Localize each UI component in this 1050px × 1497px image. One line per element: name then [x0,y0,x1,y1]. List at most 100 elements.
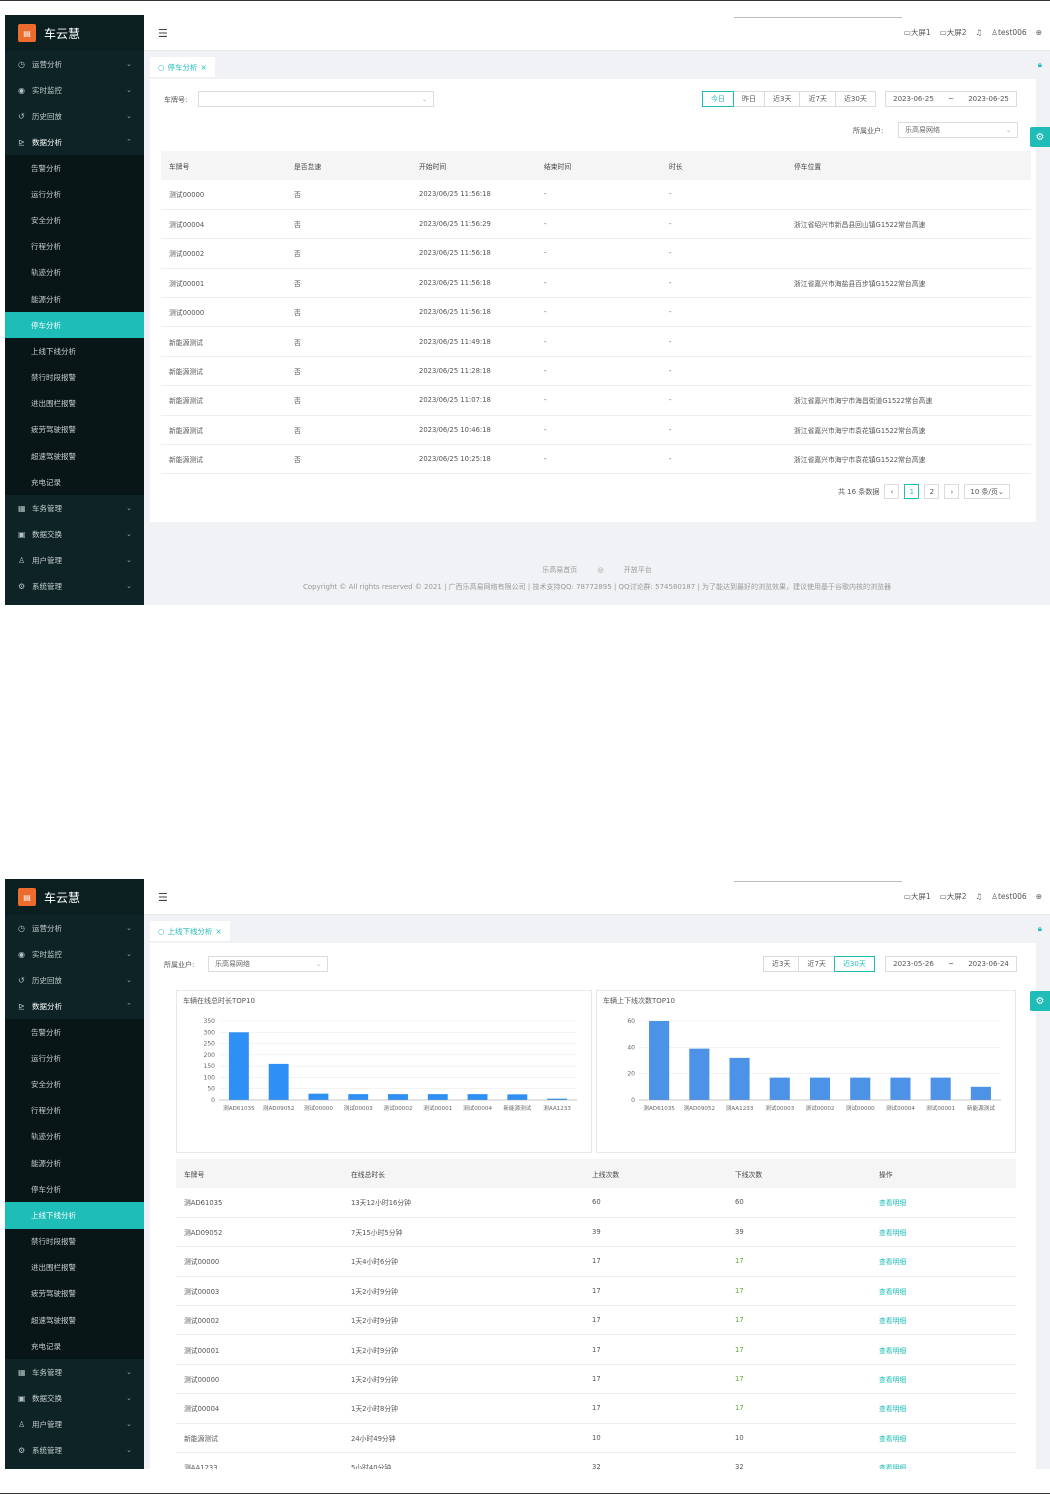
sub-energy[interactable]: 能源分析 [5,286,144,312]
sub-alarm[interactable]: 告警分析 [5,1019,144,1045]
view-detail-link[interactable]: 查看明细 [871,1276,1016,1307]
date-range-picker[interactable]: 2023-06-25 ~ 2023-06-25 [885,91,1017,107]
sub-run[interactable]: 运行分析 [5,181,144,207]
view-detail-link[interactable]: 查看明细 [871,1393,1016,1424]
github-icon[interactable]: ◎ [597,566,603,574]
lock-icon[interactable]: 🔒︎ [1038,924,1042,934]
sub-trip[interactable]: 行程分析 [5,1098,144,1124]
menu-playback[interactable]: ↺ 历史回放 ⌄ [5,103,144,129]
sub-charge[interactable]: 充电记录 [5,469,144,495]
sub-fence[interactable]: 进出围栏报警 [5,1255,144,1281]
menu-operation[interactable]: ◷ 运营分析 ⌄ [5,51,144,77]
user-menu[interactable]: ♙test006 [991,28,1026,37]
user-menu[interactable]: ♙test006 [991,892,1026,901]
prev-page-button[interactable]: ‹ [884,484,900,499]
bar[interactable] [769,1077,790,1100]
bell-icon[interactable]: ♫ [976,28,983,37]
bar[interactable] [729,1057,750,1100]
menu-users[interactable]: ♙ 用户管理 ⌄ [5,1411,144,1437]
date-range-picker[interactable]: 2023-05-26 ~ 2023-06-24 [885,956,1017,972]
bell-icon[interactable]: ♫ [976,892,983,901]
sub-alarm[interactable]: 告警分析 [5,155,144,181]
collapse-menu-icon[interactable]: ☰ [158,27,168,40]
range-3days[interactable]: 近3天 [764,91,801,107]
menu-exchange[interactable]: ▣ 数据交换 ⌄ [5,521,144,547]
bar[interactable] [507,1094,528,1100]
bar[interactable] [649,1021,670,1100]
sub-speeding[interactable]: 超速驾驶报警 [5,1307,144,1333]
menu-vehicle[interactable]: ▦ 车务管理 ⌄ [5,1359,144,1385]
sub-safety[interactable]: 安全分析 [5,1071,144,1097]
sub-run[interactable]: 运行分析 [5,1045,144,1071]
sub-fatigue[interactable]: 疲劳驾驶报警 [5,417,144,443]
menu-exchange[interactable]: ▣ 数据交换 ⌄ [5,1385,144,1411]
view-detail-link[interactable]: 查看明细 [871,1452,1016,1469]
globe-icon[interactable]: ⊕ [1036,28,1042,37]
globe-icon[interactable]: ⊕ [1036,892,1042,901]
view-detail-link[interactable]: 查看明细 [871,1246,1016,1277]
big-screen-2-link[interactable]: ▭大屏2 [940,27,967,38]
menu-playback[interactable]: ↺ 历史回放 ⌄ [5,967,144,993]
view-detail-link[interactable]: 查看明细 [871,1423,1016,1454]
bar[interactable] [467,1094,488,1100]
sub-fatigue[interactable]: 疲劳驾驶报警 [5,1281,144,1307]
footer-open-link[interactable]: 开放平台 [624,566,652,574]
sub-forbidden[interactable]: 禁行时段报警 [5,1229,144,1255]
sub-parking[interactable]: 停车分析 [5,1176,144,1202]
range-30days[interactable]: 近30天 [834,91,876,107]
lock-icon[interactable]: 🔒︎ [1038,60,1042,70]
page-size-select[interactable]: 10 条/页 ⌄ [964,484,1010,499]
sub-fence[interactable]: 进出围栏报警 [5,391,144,417]
menu-data-analysis[interactable]: ⊵ 数据分析 ⌃ [5,129,144,155]
bar[interactable] [809,1077,831,1100]
close-icon[interactable]: × [216,927,222,936]
footer-home-link[interactable]: 乐高易首页 [542,566,577,574]
next-page-button[interactable]: › [944,484,960,499]
bar[interactable] [930,1077,951,1100]
bar[interactable] [890,1077,911,1100]
range-3days[interactable]: 近3天 [763,956,800,972]
bar[interactable] [970,1086,991,1100]
big-screen-2-link[interactable]: ▭大屏2 [940,891,967,902]
sub-parking[interactable]: 停车分析 [5,312,144,339]
sub-online[interactable]: 上线下线分析 [5,1202,144,1229]
bar[interactable] [689,1048,710,1100]
settings-gear-button[interactable]: ⚙ [1030,991,1050,1011]
menu-monitor[interactable]: ◉ 实时监控 ⌄ [5,77,144,103]
page-1-button[interactable]: 1 [904,484,920,499]
menu-vehicle[interactable]: ▦ 车务管理 ⌄ [5,495,144,521]
sub-track[interactable]: 轨迹分析 [5,1124,144,1150]
menu-data-analysis[interactable]: ⊵ 数据分析 ⌃ [5,993,144,1019]
big-screen-1-link[interactable]: ▭大屏1 [904,891,931,902]
bar[interactable] [308,1093,329,1100]
plate-select[interactable]: ⌄ [198,91,434,107]
tab-online[interactable]: ○ 上线下线分析 × [150,921,230,941]
range-yesterday[interactable]: 昨日 [733,91,765,107]
sub-trip[interactable]: 行程分析 [5,234,144,260]
range-today[interactable]: 今日 [702,91,734,107]
range-30days[interactable]: 近30天 [833,956,875,972]
sub-energy[interactable]: 能源分析 [5,1150,144,1176]
sub-track[interactable]: 轨迹分析 [5,260,144,286]
settings-gear-button[interactable]: ⚙ [1030,127,1050,147]
bar[interactable] [228,1032,249,1100]
view-detail-link[interactable]: 查看明细 [871,1364,1016,1395]
view-detail-link[interactable]: 查看明细 [871,1217,1016,1248]
sub-speeding[interactable]: 超速驾驶报警 [5,443,144,469]
sub-charge[interactable]: 充电记录 [5,1333,144,1359]
sub-online[interactable]: 上线下线分析 [5,338,144,364]
collapse-menu-icon[interactable]: ☰ [158,891,168,904]
menu-monitor[interactable]: ◉ 实时监控 ⌄ [5,941,144,967]
bar[interactable] [850,1077,871,1100]
logo[interactable]: ▤ 车云慧 [5,879,144,915]
page-2-button[interactable]: 2 [924,484,940,499]
menu-system[interactable]: ⚙ 系统管理 ⌄ [5,573,144,599]
sub-forbidden[interactable]: 禁行时段报警 [5,365,144,391]
big-screen-1-link[interactable]: ▭大屏1 [904,27,931,38]
sub-safety[interactable]: 安全分析 [5,207,144,233]
bar[interactable] [388,1094,408,1100]
menu-system[interactable]: ⚙ 系统管理 ⌄ [5,1437,144,1463]
owner-select[interactable]: 乐高易网络 ⌄ [208,956,328,972]
view-detail-link[interactable]: 查看明细 [871,1188,1016,1218]
view-detail-link[interactable]: 查看明细 [871,1305,1016,1336]
